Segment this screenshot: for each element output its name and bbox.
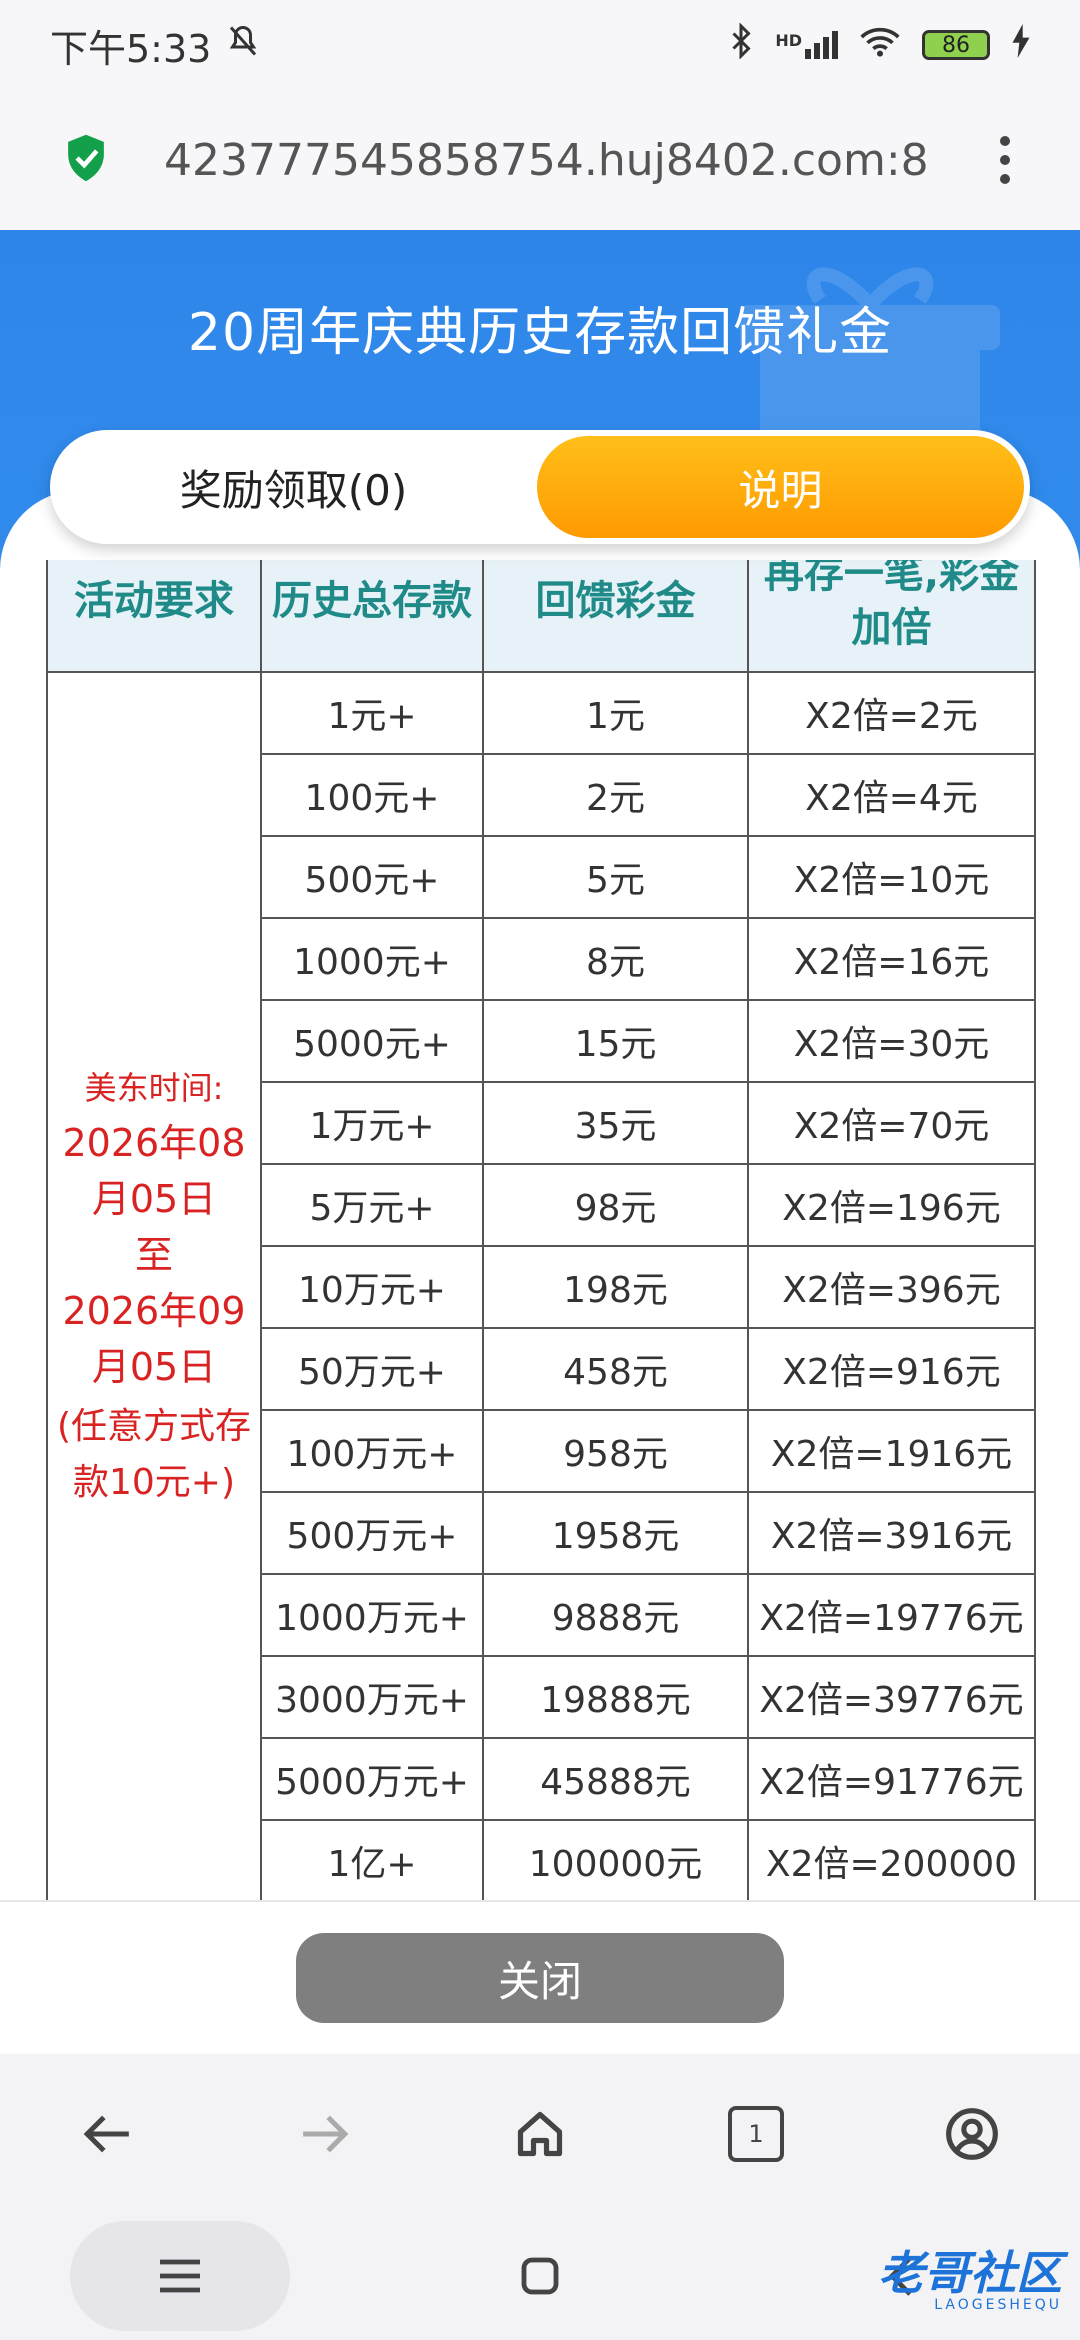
- page-title: 20周年庆典历史存款回馈礼金: [187, 303, 893, 363]
- double-bonus-cell: X2倍=396元: [747, 1245, 1036, 1329]
- charging-icon: [1012, 23, 1030, 67]
- header-bonus: 回馈彩金: [482, 560, 749, 673]
- deposit-cell: 5000元+: [260, 999, 484, 1083]
- url-text[interactable]: 423777545858754.huj8402.com:8: [164, 135, 990, 186]
- deposit-cell: 500元+: [260, 835, 484, 919]
- bonus-cell: 19888元: [482, 1655, 749, 1739]
- deposit-cell: 500万元+: [260, 1491, 484, 1575]
- deposit-cell: 50万元+: [260, 1327, 484, 1411]
- bonus-cell: 2元: [482, 753, 749, 837]
- network-type: HD: [775, 31, 802, 50]
- more-menu-icon[interactable]: [990, 136, 1020, 184]
- timezone-label: 美东时间:: [84, 1069, 224, 1107]
- double-bonus-cell: X2倍=10元: [747, 835, 1036, 919]
- menu-icon: [160, 2259, 200, 2293]
- bonus-cell: 1958元: [482, 1491, 749, 1575]
- tabs-count: 1: [728, 2106, 784, 2162]
- double-bonus-cell: X2倍=70元: [747, 1081, 1036, 1165]
- wifi-icon: [860, 23, 900, 67]
- double-bonus-cell: X2倍=4元: [747, 753, 1036, 837]
- status-bar: 下午5:33 HD 86: [0, 0, 1080, 90]
- double-bonus-cell: X2倍=30元: [747, 999, 1036, 1083]
- square-icon: [521, 2257, 559, 2295]
- deposit-condition: (任意方式存款10元+): [56, 1406, 252, 1503]
- bonus-cell: 35元: [482, 1081, 749, 1165]
- signal-icon: HD: [775, 31, 838, 59]
- deposit-cell: 100元+: [260, 753, 484, 837]
- deposit-cell: 1元+: [260, 671, 484, 755]
- reward-table-container[interactable]: 活动要求 历史总存款 回馈彩金 再存一笔,彩金加倍 美东时间: 2026年08月…: [46, 560, 1036, 2052]
- bonus-cell: 45888元: [482, 1737, 749, 1821]
- deposit-cell: 1000万元+: [260, 1573, 484, 1657]
- deposit-cell: 1万元+: [260, 1081, 484, 1165]
- address-bar[interactable]: 423777545858754.huj8402.com:8: [0, 90, 1080, 230]
- forward-icon[interactable]: [269, 2079, 379, 2189]
- web-content: 20周年庆典历史存款回馈礼金 奖励领取(0) 说明 活动要求 历史总存款 回馈彩…: [0, 230, 1080, 2052]
- status-left: 下午5:33: [50, 18, 261, 73]
- recents-menu-button[interactable]: [70, 2221, 290, 2331]
- bonus-cell: 458元: [482, 1327, 749, 1411]
- header-requirement: 活动要求: [46, 560, 262, 673]
- end-date: 2026年09月05日: [62, 1289, 246, 1389]
- tabs-switcher-button[interactable]: 1: [701, 2079, 811, 2189]
- bluetooth-icon: [729, 21, 753, 68]
- battery-indicator: 86: [922, 30, 990, 60]
- home-icon[interactable]: [485, 2079, 595, 2189]
- deposit-cell: 1000元+: [260, 917, 484, 1001]
- double-bonus-cell: X2倍=196元: [747, 1163, 1036, 1247]
- bonus-cell: 100000元: [482, 1819, 749, 1903]
- requirement-cell: 美东时间: 2026年08月05日 至 2026年09月05日 (任意方式存款1…: [46, 671, 262, 1903]
- deposit-cell: 100万元+: [260, 1409, 484, 1493]
- reward-table: 活动要求 历史总存款 回馈彩金 再存一笔,彩金加倍 美东时间: 2026年08月…: [46, 560, 1036, 1903]
- bonus-cell: 958元: [482, 1409, 749, 1493]
- table-header-row: 活动要求 历史总存款 回馈彩金 再存一笔,彩金加倍: [46, 560, 1036, 673]
- deposit-cell: 5000万元+: [260, 1737, 484, 1821]
- mute-icon: [225, 23, 261, 68]
- bonus-cell: 15元: [482, 999, 749, 1083]
- double-bonus-cell: X2倍=1916元: [747, 1409, 1036, 1493]
- status-right: HD 86: [729, 21, 1030, 68]
- bonus-cell: 98元: [482, 1163, 749, 1247]
- close-button[interactable]: 关闭: [296, 1933, 784, 2023]
- double-bonus-cell: X2倍=3916元: [747, 1491, 1036, 1575]
- bonus-cell: 1元: [482, 671, 749, 755]
- watermark-subtext: LAOGESHEQU: [934, 2297, 1062, 2313]
- double-bonus-cell: X2倍=200000: [747, 1819, 1036, 1903]
- deposit-cell: 1亿+: [260, 1819, 484, 1903]
- double-bonus-cell: X2倍=2元: [747, 671, 1036, 755]
- bonus-cell: 8元: [482, 917, 749, 1001]
- double-bonus-cell: X2倍=16元: [747, 917, 1036, 1001]
- account-icon[interactable]: [917, 2079, 1027, 2189]
- status-time: 下午5:33: [50, 26, 212, 71]
- date-separator: 至: [134, 1233, 173, 1277]
- watermark-logo: 老哥社区 LAOGESHEQU: [802, 2240, 1062, 2313]
- double-bonus-cell: X2倍=39776元: [747, 1655, 1036, 1739]
- tab-bar: 奖励领取(0) 说明: [50, 430, 1030, 544]
- system-home-button[interactable]: [430, 2221, 650, 2331]
- bonus-cell: 9888元: [482, 1573, 749, 1657]
- bonus-cell: 5元: [482, 835, 749, 919]
- bonus-cell: 198元: [482, 1245, 749, 1329]
- double-bonus-cell: X2倍=916元: [747, 1327, 1036, 1411]
- watermark-text: 老哥社区: [878, 2246, 1062, 2300]
- browser-navigation-bar: 1: [0, 2052, 1080, 2214]
- deposit-cell: 10万元+: [260, 1245, 484, 1329]
- deposit-cell: 3000万元+: [260, 1655, 484, 1739]
- back-icon[interactable]: [53, 2079, 163, 2189]
- tab-claim-rewards[interactable]: 奖励领取(0): [50, 430, 537, 544]
- start-date: 2026年08月05日: [62, 1121, 246, 1221]
- bottom-action-bar: 关闭: [0, 1900, 1080, 2054]
- header-total-deposit: 历史总存款: [260, 560, 484, 673]
- tab-description[interactable]: 说明: [537, 436, 1024, 538]
- double-bonus-cell: X2倍=91776元: [747, 1737, 1036, 1821]
- double-bonus-cell: X2倍=19776元: [747, 1573, 1036, 1657]
- shield-check-icon[interactable]: [64, 133, 108, 187]
- deposit-cell: 5万元+: [260, 1163, 484, 1247]
- header-double-bonus: 再存一笔,彩金加倍: [747, 560, 1036, 673]
- table-row: 美东时间: 2026年08月05日 至 2026年09月05日 (任意方式存款1…: [46, 671, 1036, 1903]
